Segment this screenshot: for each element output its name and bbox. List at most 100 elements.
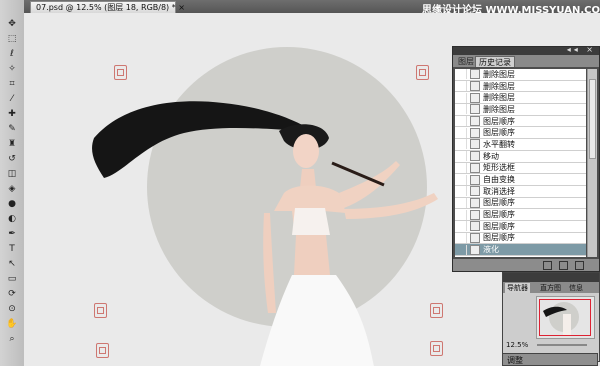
seal-stamp xyxy=(96,343,109,358)
tab-history[interactable]: 历史记录 xyxy=(475,56,515,67)
navigator-preview[interactable] xyxy=(536,296,595,339)
history-item[interactable]: 图层顺序 xyxy=(455,197,586,210)
brush-tool-icon[interactable]: ✎ xyxy=(5,123,19,134)
history-item[interactable]: 移动 xyxy=(455,151,586,163)
history-item-label: 移动 xyxy=(483,151,499,161)
history-item-label: 图层顺序 xyxy=(483,198,515,208)
history-brush-source[interactable] xyxy=(455,232,467,243)
history-brush-source[interactable] xyxy=(455,104,467,115)
history-item[interactable]: 图层顺序 xyxy=(455,232,586,245)
history-item[interactable]: 图层顺序 xyxy=(455,116,586,128)
history-brush-source[interactable] xyxy=(455,116,467,127)
history-item-label: 取消选择 xyxy=(483,186,515,196)
adjustments-panel[interactable]: 调整 xyxy=(502,353,598,366)
history-item[interactable]: 取消选择 xyxy=(455,186,586,198)
path-selection-tool-icon[interactable]: ↖ xyxy=(5,258,19,269)
waist xyxy=(294,235,330,275)
history-list: 删除图层 删除图层 删除图层 删除图层 图层顺序 图层顺序 水平翻转 移动 矩形选框 自由变换 取消… xyxy=(455,69,586,257)
history-brush-source[interactable] xyxy=(455,139,467,150)
eyedropper-tool-icon[interactable]: ⁄ xyxy=(5,93,19,104)
tab-info[interactable]: 信息 xyxy=(567,283,585,293)
paint-bucket-tool-icon[interactable]: ◈ xyxy=(5,183,19,194)
history-state-icon xyxy=(470,174,480,185)
zoom-level[interactable]: 12.5% xyxy=(506,341,528,349)
history-brush-source[interactable] xyxy=(455,174,467,185)
history-brush-source[interactable] xyxy=(455,92,467,103)
tab-navigator[interactable]: 导航器 xyxy=(505,283,530,293)
history-brush-source[interactable] xyxy=(455,69,467,80)
eraser-tool-icon[interactable]: ◫ xyxy=(5,168,19,179)
history-item[interactable]: 水平翻转 xyxy=(455,139,586,151)
crop-tool-icon[interactable]: ⌗ xyxy=(5,78,19,89)
history-item[interactable]: 删除图层 xyxy=(455,81,586,93)
history-brush-tool-icon[interactable]: ↺ xyxy=(5,153,19,164)
clone-stamp-tool-icon[interactable]: ♜ xyxy=(5,138,19,149)
history-item[interactable]: 删除图层 xyxy=(455,92,586,105)
shape-tool-icon[interactable]: ▭ xyxy=(5,273,19,284)
document-tab-title: 07.psd @ 12.5% (图层 18, RGB/8) * xyxy=(36,3,176,12)
history-brush-source[interactable] xyxy=(455,209,467,220)
seal-stamp xyxy=(430,341,443,356)
history-brush-source[interactable] xyxy=(455,186,467,197)
history-item[interactable]: 矩形选框 xyxy=(455,162,586,175)
history-state-icon xyxy=(470,116,480,127)
history-item-label: 矩形选框 xyxy=(483,163,515,173)
history-item-label: 图层顺序 xyxy=(483,233,515,243)
snapshot-icon[interactable] xyxy=(559,261,568,270)
panel-controls[interactable]: ◂◂ × xyxy=(567,45,596,54)
history-state-icon xyxy=(470,197,480,208)
tab-layers[interactable]: 图层 xyxy=(455,56,477,67)
scrollbar-thumb[interactable] xyxy=(589,79,596,159)
document-tab[interactable]: 07.psd @ 12.5% (图层 18, RGB/8) * × xyxy=(30,1,185,13)
magic-wand-tool-icon[interactable]: ✧ xyxy=(5,63,19,74)
history-item-label: 删除图层 xyxy=(483,81,515,91)
type-tool-icon[interactable]: T xyxy=(5,243,19,254)
history-state-icon xyxy=(470,232,480,243)
trash-icon[interactable] xyxy=(575,261,584,270)
blur-tool-icon[interactable]: ● xyxy=(5,198,19,209)
history-item-label: 图层顺序 xyxy=(483,128,515,138)
history-brush-source[interactable] xyxy=(455,197,467,208)
zoom-slider[interactable] xyxy=(537,344,587,346)
seal-stamp xyxy=(94,303,107,318)
zoom-tool-icon[interactable]: ⌕ xyxy=(5,333,19,344)
3d-orbit-tool-icon[interactable]: ⊙ xyxy=(5,303,19,314)
history-item[interactable]: 图层顺序 xyxy=(455,221,586,233)
history-state-icon xyxy=(470,151,480,162)
history-brush-source[interactable] xyxy=(455,162,467,173)
history-brush-source[interactable] xyxy=(455,127,467,138)
healing-brush-tool-icon[interactable]: ✚ xyxy=(5,108,19,119)
history-item[interactable]: 删除图层 xyxy=(455,104,586,116)
history-brush-source[interactable] xyxy=(455,221,467,232)
navigator-tabs: 导航器 直方图 信息 xyxy=(503,282,599,293)
3d-rotate-tool-icon[interactable]: ⟳ xyxy=(5,288,19,299)
history-item[interactable]: 图层顺序 xyxy=(455,127,586,140)
history-brush-source[interactable] xyxy=(455,151,467,162)
panel-footer xyxy=(453,259,599,271)
history-brush-source[interactable] xyxy=(455,81,467,92)
history-item-label: 图层顺序 xyxy=(483,116,515,126)
history-item-label: 删除图层 xyxy=(483,93,515,103)
history-state-icon xyxy=(470,127,480,138)
history-brush-source[interactable] xyxy=(455,244,467,255)
move-tool-icon[interactable]: ✥ xyxy=(5,18,19,29)
hand-tool-icon[interactable]: ✋ xyxy=(5,318,19,329)
history-scrollbar[interactable] xyxy=(587,69,597,257)
history-item[interactable]: 液化 xyxy=(455,244,586,256)
new-document-icon[interactable] xyxy=(543,261,552,270)
history-item[interactable]: 自由变换 xyxy=(455,174,586,186)
history-item-label: 水平翻转 xyxy=(483,139,515,149)
pen-tool-icon[interactable]: ✒ xyxy=(5,228,19,239)
lasso-tool-icon[interactable]: ℓ xyxy=(5,48,19,59)
adjustments-label: 调整 xyxy=(507,356,523,365)
tab-histogram[interactable]: 直方图 xyxy=(538,283,563,293)
marquee-tool-icon[interactable]: ⬚ xyxy=(5,33,19,44)
history-state-icon xyxy=(470,104,480,115)
dodge-tool-icon[interactable]: ◐ xyxy=(5,213,19,224)
close-icon[interactable]: × xyxy=(178,3,185,12)
history-state-icon xyxy=(470,92,480,103)
panel-header xyxy=(503,273,599,282)
history-item[interactable]: 删除图层 xyxy=(455,69,586,81)
view-frame[interactable] xyxy=(539,299,591,336)
history-item[interactable]: 图层顺序 xyxy=(455,209,586,221)
